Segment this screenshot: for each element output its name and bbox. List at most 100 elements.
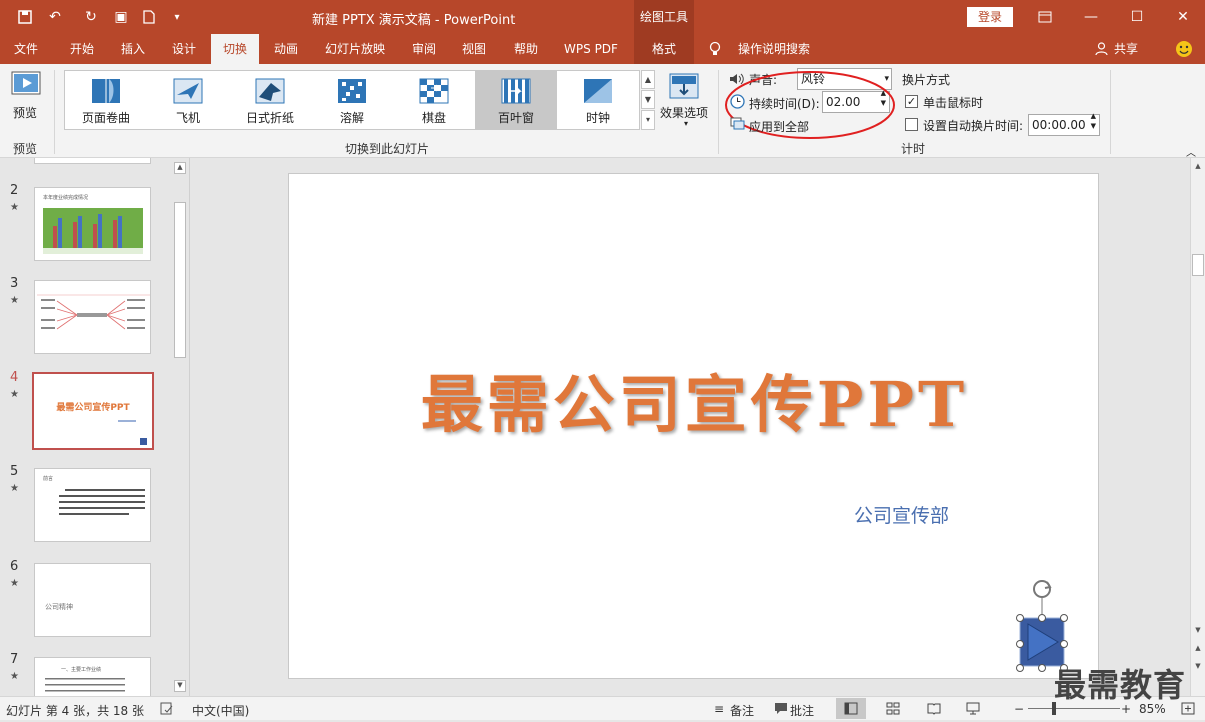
- tab-insert[interactable]: 插入: [108, 34, 158, 64]
- current-slide[interactable]: 最需公司宣传PPT 公司宣传部: [288, 173, 1099, 679]
- transition-label: 时钟: [585, 111, 610, 125]
- transition-origami[interactable]: 日式折纸: [229, 71, 311, 129]
- tab-review[interactable]: 审阅: [400, 34, 448, 64]
- customize-toolbar-icon[interactable]: ▾: [168, 8, 186, 26]
- notes-button[interactable]: 备注: [730, 702, 754, 719]
- normal-view-icon[interactable]: [836, 698, 866, 719]
- airplane-icon: [173, 78, 203, 104]
- on-mouse-click-checkbox[interactable]: ✓: [905, 95, 918, 108]
- language-indicator[interactable]: 中文(中国): [192, 702, 249, 719]
- transition-checkerboard[interactable]: 棋盘: [393, 71, 475, 129]
- thumb-text-lines: [59, 489, 145, 515]
- separator: [54, 70, 55, 154]
- transition-blinds[interactable]: 百叶窗: [475, 71, 557, 129]
- slide-sorter-icon[interactable]: [886, 702, 900, 718]
- transition-group-label: 切换到此幻灯片: [345, 142, 430, 156]
- next-slide-icon[interactable]: ▼: [1192, 662, 1204, 674]
- transition-star-icon: ★: [10, 202, 19, 213]
- redo-icon[interactable]: ↻: [82, 8, 100, 26]
- tab-wps-pdf[interactable]: WPS PDF: [556, 34, 626, 64]
- ribbon: 预览 预览 页面卷曲 飞机 日式折纸 溶解 棋盘 百叶窗 时钟 ▲ ▼ ▾ 效果…: [0, 64, 1205, 159]
- checkerboard-icon: [419, 78, 449, 104]
- tab-transitions[interactable]: 切换: [211, 34, 259, 64]
- tab-help[interactable]: 帮助: [502, 34, 550, 64]
- reading-view-icon[interactable]: [927, 702, 941, 718]
- gallery-scroll-down[interactable]: ▼: [641, 90, 655, 109]
- login-button[interactable]: 登录: [967, 7, 1013, 27]
- notes-icon: ≡: [714, 702, 725, 716]
- thumb-title: 最需公司宣传PPT: [56, 403, 130, 413]
- separator: [1110, 70, 1111, 154]
- scroll-up-arrow[interactable]: ▲: [174, 162, 186, 174]
- zoom-out-icon[interactable]: −: [1014, 702, 1024, 716]
- ribbon-display-icon[interactable]: [1022, 0, 1068, 34]
- thumbnail-scrollbar[interactable]: ▲ ▼: [173, 158, 188, 696]
- zoom-slider[interactable]: [1028, 708, 1120, 709]
- slide-thumbnail-7[interactable]: 一、主要工作业绩: [34, 657, 151, 696]
- slide-title[interactable]: 最需公司宣传PPT: [289, 354, 1100, 444]
- scroll-up-arrow[interactable]: ▲: [1192, 162, 1204, 174]
- slide-thumbnail-2[interactable]: 本年度业绩完成情况: [34, 187, 151, 261]
- preview-icon[interactable]: [10, 70, 44, 104]
- transition-label: 溶解: [339, 111, 364, 125]
- slide-thumbnail-5[interactable]: 前言: [34, 468, 151, 542]
- save-icon[interactable]: [16, 8, 34, 26]
- slide-thumbnail-3[interactable]: [34, 280, 151, 354]
- slide-number: 3: [10, 276, 19, 291]
- present-from-start-icon[interactable]: ▣: [112, 8, 130, 26]
- scroll-down-arrow[interactable]: ▼: [1192, 626, 1204, 638]
- previous-slide-icon[interactable]: ▲: [1192, 644, 1204, 656]
- new-file-icon[interactable]: [140, 8, 158, 26]
- collapse-ribbon-icon[interactable]: ︿: [1186, 144, 1196, 159]
- tab-format[interactable]: 格式: [634, 34, 694, 64]
- after-time-spinner[interactable]: ▲ ▼: [1091, 111, 1096, 131]
- page-curl-icon: [92, 79, 120, 103]
- slide-thumbnail-1[interactable]: [34, 158, 151, 164]
- apply-all-icon: [730, 117, 745, 131]
- transition-clock[interactable]: 时钟: [557, 71, 639, 129]
- gallery-scroll-up[interactable]: ▲: [641, 70, 655, 89]
- spellcheck-icon[interactable]: [160, 702, 174, 718]
- comments-button[interactable]: 批注: [790, 702, 814, 719]
- transition-dissolve[interactable]: 溶解: [311, 71, 393, 129]
- slideshow-icon[interactable]: [966, 702, 980, 718]
- tab-design[interactable]: 设计: [160, 34, 208, 64]
- tab-animations[interactable]: 动画: [262, 34, 310, 64]
- timing-group-label: 计时: [901, 142, 926, 156]
- undo-icon[interactable]: ↶: [46, 8, 64, 26]
- tab-file[interactable]: 文件: [0, 34, 52, 64]
- thumb-text-lines: [45, 678, 125, 692]
- after-time-label: 设置自动换片时间:: [923, 119, 1024, 133]
- tab-home[interactable]: 开始: [56, 34, 108, 64]
- share-button[interactable]: 共享: [1112, 34, 1140, 64]
- tell-me-search[interactable]: 操作说明搜索: [736, 34, 812, 64]
- watermark-text: 最需教育: [1054, 666, 1187, 704]
- scroll-down-arrow[interactable]: ▼: [174, 680, 186, 692]
- scroll-thumb[interactable]: [1192, 254, 1204, 276]
- slide-subtitle[interactable]: 公司宣传部: [854, 501, 949, 528]
- preview-button[interactable]: 预览: [13, 104, 37, 121]
- canvas-scrollbar[interactable]: ▲ ▼ ▲ ▼: [1190, 158, 1205, 696]
- apply-to-all-button[interactable]: 应用到全部: [749, 118, 809, 135]
- effect-options-dropdown-icon[interactable]: ▾: [684, 119, 688, 128]
- slide-number: 6: [10, 559, 19, 574]
- smiley-icon[interactable]: [1174, 34, 1194, 64]
- gallery-more[interactable]: ▾: [641, 110, 655, 130]
- close-icon[interactable]: ✕: [1160, 0, 1205, 34]
- advance-slide-label: 换片方式: [902, 73, 951, 87]
- slide-thumbnail-panel: 2 ★ 本年度业绩完成情况 3 ★ 4 ★ 最需公司宣传PPT 5 ★ 前言 6…: [0, 158, 190, 696]
- scroll-thumb[interactable]: [174, 202, 186, 358]
- slide-thumbnail-6[interactable]: 公司精神: [34, 563, 151, 637]
- after-time-checkbox[interactable]: [905, 118, 918, 131]
- tab-slideshow[interactable]: 幻灯片放映: [314, 34, 396, 64]
- maximize-icon[interactable]: ☐: [1114, 0, 1160, 34]
- transition-airplane[interactable]: 飞机: [147, 71, 229, 129]
- minimize-icon[interactable]: —: [1068, 0, 1114, 34]
- slide-thumbnail-4[interactable]: 最需公司宣传PPT: [32, 372, 154, 450]
- transition-gallery: 页面卷曲 飞机 日式折纸 溶解 棋盘 百叶窗 时钟: [64, 70, 640, 130]
- transition-page-curl[interactable]: 页面卷曲: [65, 71, 147, 129]
- drawing-tools-label: 绘图工具: [634, 0, 694, 34]
- after-time-input[interactable]: 00:00.00 ▲ ▼: [1028, 111, 1100, 136]
- effect-options-icon[interactable]: [668, 72, 700, 102]
- tab-view[interactable]: 视图: [450, 34, 498, 64]
